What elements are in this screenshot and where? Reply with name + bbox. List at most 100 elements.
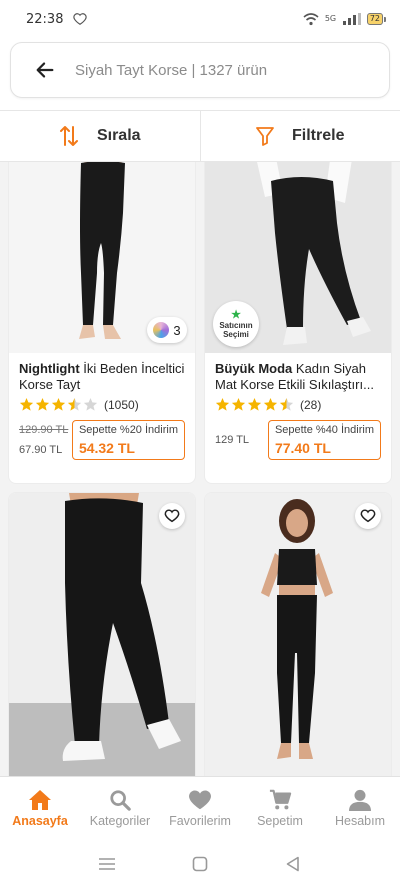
network-type: 5G [324, 14, 337, 23]
seller-choice-badge: ★ Satıcının Seçimi [213, 301, 259, 347]
star-rating [19, 397, 98, 412]
product-info: Nightlight İki Beden İnceltici Korse Tay… [9, 361, 195, 460]
square-icon [192, 856, 208, 872]
star-icon [263, 397, 278, 411]
search-query-text[interactable]: Siyah Tayt Korse | 1327 ürün [75, 62, 267, 79]
color-variants-badge[interactable]: 3 [147, 317, 187, 343]
nav-label: Sepetim [257, 814, 303, 828]
heart-outline-icon [360, 509, 376, 523]
status-bar: 22:38 5G 72 [0, 0, 400, 38]
status-time: 22:38 [26, 11, 64, 27]
discount-label: Sepette %20 İndirim [78, 424, 178, 436]
recents-button[interactable] [87, 844, 127, 884]
product-card[interactable] [204, 492, 392, 776]
search-header: Siyah Tayt Korse | 1327 ürün [0, 38, 400, 110]
status-icons: 5G 72 [303, 12, 386, 26]
sort-icon [59, 126, 78, 146]
product-image[interactable] [9, 493, 195, 776]
old-price: 129.90 TL [19, 424, 69, 436]
basket-discount-box: Sepette %20 İndirim 54.32 TL [71, 420, 185, 460]
leggings-image [205, 493, 391, 776]
star-rating [215, 397, 294, 412]
current-price: 67.90 TL [19, 444, 63, 456]
review-count: (1050) [104, 397, 139, 412]
product-brand: Nightlight [19, 361, 80, 376]
heart-outline-icon [164, 509, 180, 523]
cart-icon [269, 789, 292, 810]
color-count: 3 [173, 322, 181, 338]
star-icon [19, 397, 34, 411]
search-icon [110, 790, 131, 811]
battery-level: 72 [366, 13, 383, 25]
star-icon [67, 397, 82, 411]
leggings-image [9, 493, 195, 776]
nav-label: Anasayfa [12, 814, 68, 828]
heart-outline-icon [73, 13, 88, 25]
sort-filter-bar: Sırala Filtrele [0, 110, 400, 162]
bottom-navigation: Anasayfa Kategoriler Favorilerim Sepetim… [0, 776, 400, 840]
rating-row: (1050) [19, 397, 185, 412]
battery-icon: 72 [366, 13, 386, 25]
discount-label: Sepette %40 İndirim [274, 424, 374, 436]
color-swatch-icon [153, 322, 170, 338]
nav-label: Hesabım [334, 814, 386, 828]
product-card[interactable] [8, 492, 196, 776]
discount-price: 54.32 TL [78, 440, 135, 456]
nav-item-account[interactable]: Hesabım [320, 777, 400, 840]
star-icon [231, 397, 246, 411]
nav-label: Kategoriler [89, 814, 151, 828]
nav-item-categories[interactable]: Kategoriler [80, 777, 160, 840]
system-navigation-bar [0, 840, 400, 888]
sort-button[interactable]: Sırala [0, 111, 200, 161]
filter-icon [256, 127, 274, 146]
product-image[interactable]: ★ Satıcının Seçimi [205, 162, 391, 353]
star-icon [35, 397, 50, 411]
back-system-button[interactable] [273, 844, 313, 884]
seller-star-icon: ★ [231, 308, 241, 321]
nav-item-cart[interactable]: Sepetim [240, 777, 320, 840]
menu-lines-icon [98, 858, 115, 870]
back-arrow-icon[interactable] [25, 50, 65, 90]
wifi-icon [303, 13, 319, 26]
product-title[interactable]: Büyük Moda Kadın Siyah Mat Korse Etkili … [215, 361, 381, 393]
seller-badge-line1: Satıcının [219, 320, 253, 330]
nav-item-favorites[interactable]: Favorilerim [160, 777, 240, 840]
nav-label: Favorilerim [169, 814, 231, 828]
product-info: Büyük Moda Kadın Siyah Mat Korse Etkili … [205, 361, 391, 460]
discount-price: 77.40 TL [274, 440, 331, 456]
heart-icon [189, 790, 211, 810]
favorite-button[interactable] [355, 503, 381, 529]
sort-label: Sırala [96, 127, 141, 144]
product-image[interactable] [205, 493, 391, 776]
star-icon [279, 397, 294, 411]
price-row: 129.90 TL 67.90 TL Sepette %20 İndirim 5… [19, 420, 185, 460]
user-icon [349, 789, 371, 811]
triangle-back-icon [287, 856, 300, 872]
price-row: 129 TL Sepette %40 İndirim 77.40 TL [215, 420, 381, 460]
favorite-button[interactable] [159, 503, 185, 529]
filter-label: Filtrele [292, 127, 345, 144]
review-count: (28) [300, 397, 322, 412]
product-brand: Büyük Moda [215, 361, 293, 376]
product-grid: 3 Nightlight İki Beden İnceltici Korse T… [0, 162, 400, 776]
basket-discount-box: Sepette %40 İndirim 77.40 TL [267, 420, 381, 460]
product-card[interactable]: ★ Satıcının Seçimi Büyük Moda Kadın Siya… [204, 162, 392, 484]
home-icon [29, 790, 51, 810]
product-title[interactable]: Nightlight İki Beden İnceltici Korse Tay… [19, 361, 185, 393]
current-price: 129 TL [215, 434, 250, 446]
seller-badge-line2: Seçimi [223, 329, 249, 339]
product-image[interactable]: 3 [9, 162, 195, 353]
star-icon [83, 397, 98, 411]
price-block: 129.90 TL 67.90 TL [19, 424, 70, 456]
rating-row: (28) [215, 397, 381, 412]
signal-icon [342, 13, 361, 25]
star-icon [215, 397, 230, 411]
price-block: 129 TL [215, 434, 266, 446]
nav-item-home[interactable]: Anasayfa [0, 777, 80, 840]
product-card[interactable]: 3 Nightlight İki Beden İnceltici Korse T… [8, 162, 196, 484]
search-bar[interactable]: Siyah Tayt Korse | 1327 ürün [10, 42, 390, 98]
filter-button[interactable]: Filtrele [199, 111, 400, 161]
star-icon [51, 397, 66, 411]
home-system-button[interactable] [180, 844, 220, 884]
star-icon [247, 397, 262, 411]
